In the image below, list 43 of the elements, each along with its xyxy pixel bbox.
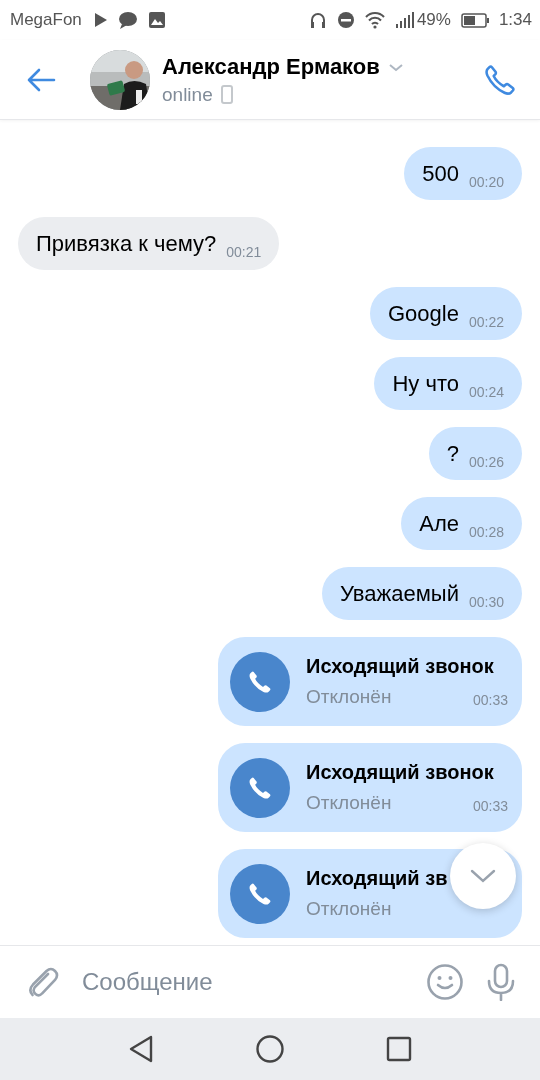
message-time: 00:21 <box>226 244 262 262</box>
call-status: Отклонён <box>306 792 392 814</box>
battery-percent: 49% <box>416 10 451 30</box>
recents-nav-button[interactable] <box>385 1035 413 1063</box>
message-time: 00:24 <box>468 384 504 402</box>
call-title: Исходящий зв <box>306 867 448 890</box>
message-time: 00:28 <box>468 524 504 542</box>
message-time: 00:26 <box>468 454 504 472</box>
message-text: Ну что <box>392 370 459 398</box>
contact-name: Александр Ермаков <box>162 53 380 80</box>
back-nav-button[interactable] <box>127 1034 155 1064</box>
message-time: 00:30 <box>468 594 504 612</box>
call-status: Отклонён <box>306 686 392 708</box>
message-time: 00:33 <box>472 798 508 814</box>
call-status: Отклонён <box>306 898 392 920</box>
message-text: Привязка к чему? <box>36 230 217 258</box>
home-nav-button[interactable] <box>255 1034 285 1064</box>
signal-icon <box>394 11 415 29</box>
wifi-icon <box>364 11 385 29</box>
message-time: 00:20 <box>468 174 504 192</box>
chevron-down-icon <box>470 868 496 884</box>
image-icon <box>147 11 166 29</box>
call-title: Исходящий звонок <box>306 761 494 784</box>
microphone-button[interactable] <box>486 963 516 1001</box>
message-text: Уважаемый <box>340 580 459 608</box>
message-text: Google <box>388 300 459 328</box>
message-time: 00:33 <box>472 692 508 708</box>
carrier-name: MegaFon <box>10 10 82 30</box>
call-title: Исходящий звонок <box>306 655 494 678</box>
message-text: Але <box>419 510 459 538</box>
headphones-icon <box>308 11 327 29</box>
battery-icon <box>460 11 489 29</box>
clock: 1:34 <box>498 10 532 30</box>
presence-status: online <box>162 83 213 106</box>
chevron-down-icon <box>387 61 404 72</box>
chat-icon <box>117 11 138 29</box>
message-text: ? <box>446 440 459 468</box>
phone-device-icon <box>220 85 233 104</box>
message-text: 500 <box>422 160 459 188</box>
message-time: 00:22 <box>468 314 504 332</box>
do-not-disturb-icon <box>336 11 355 29</box>
message-input[interactable]: Сообщение <box>82 968 404 996</box>
emoji-button[interactable] <box>426 963 464 1001</box>
